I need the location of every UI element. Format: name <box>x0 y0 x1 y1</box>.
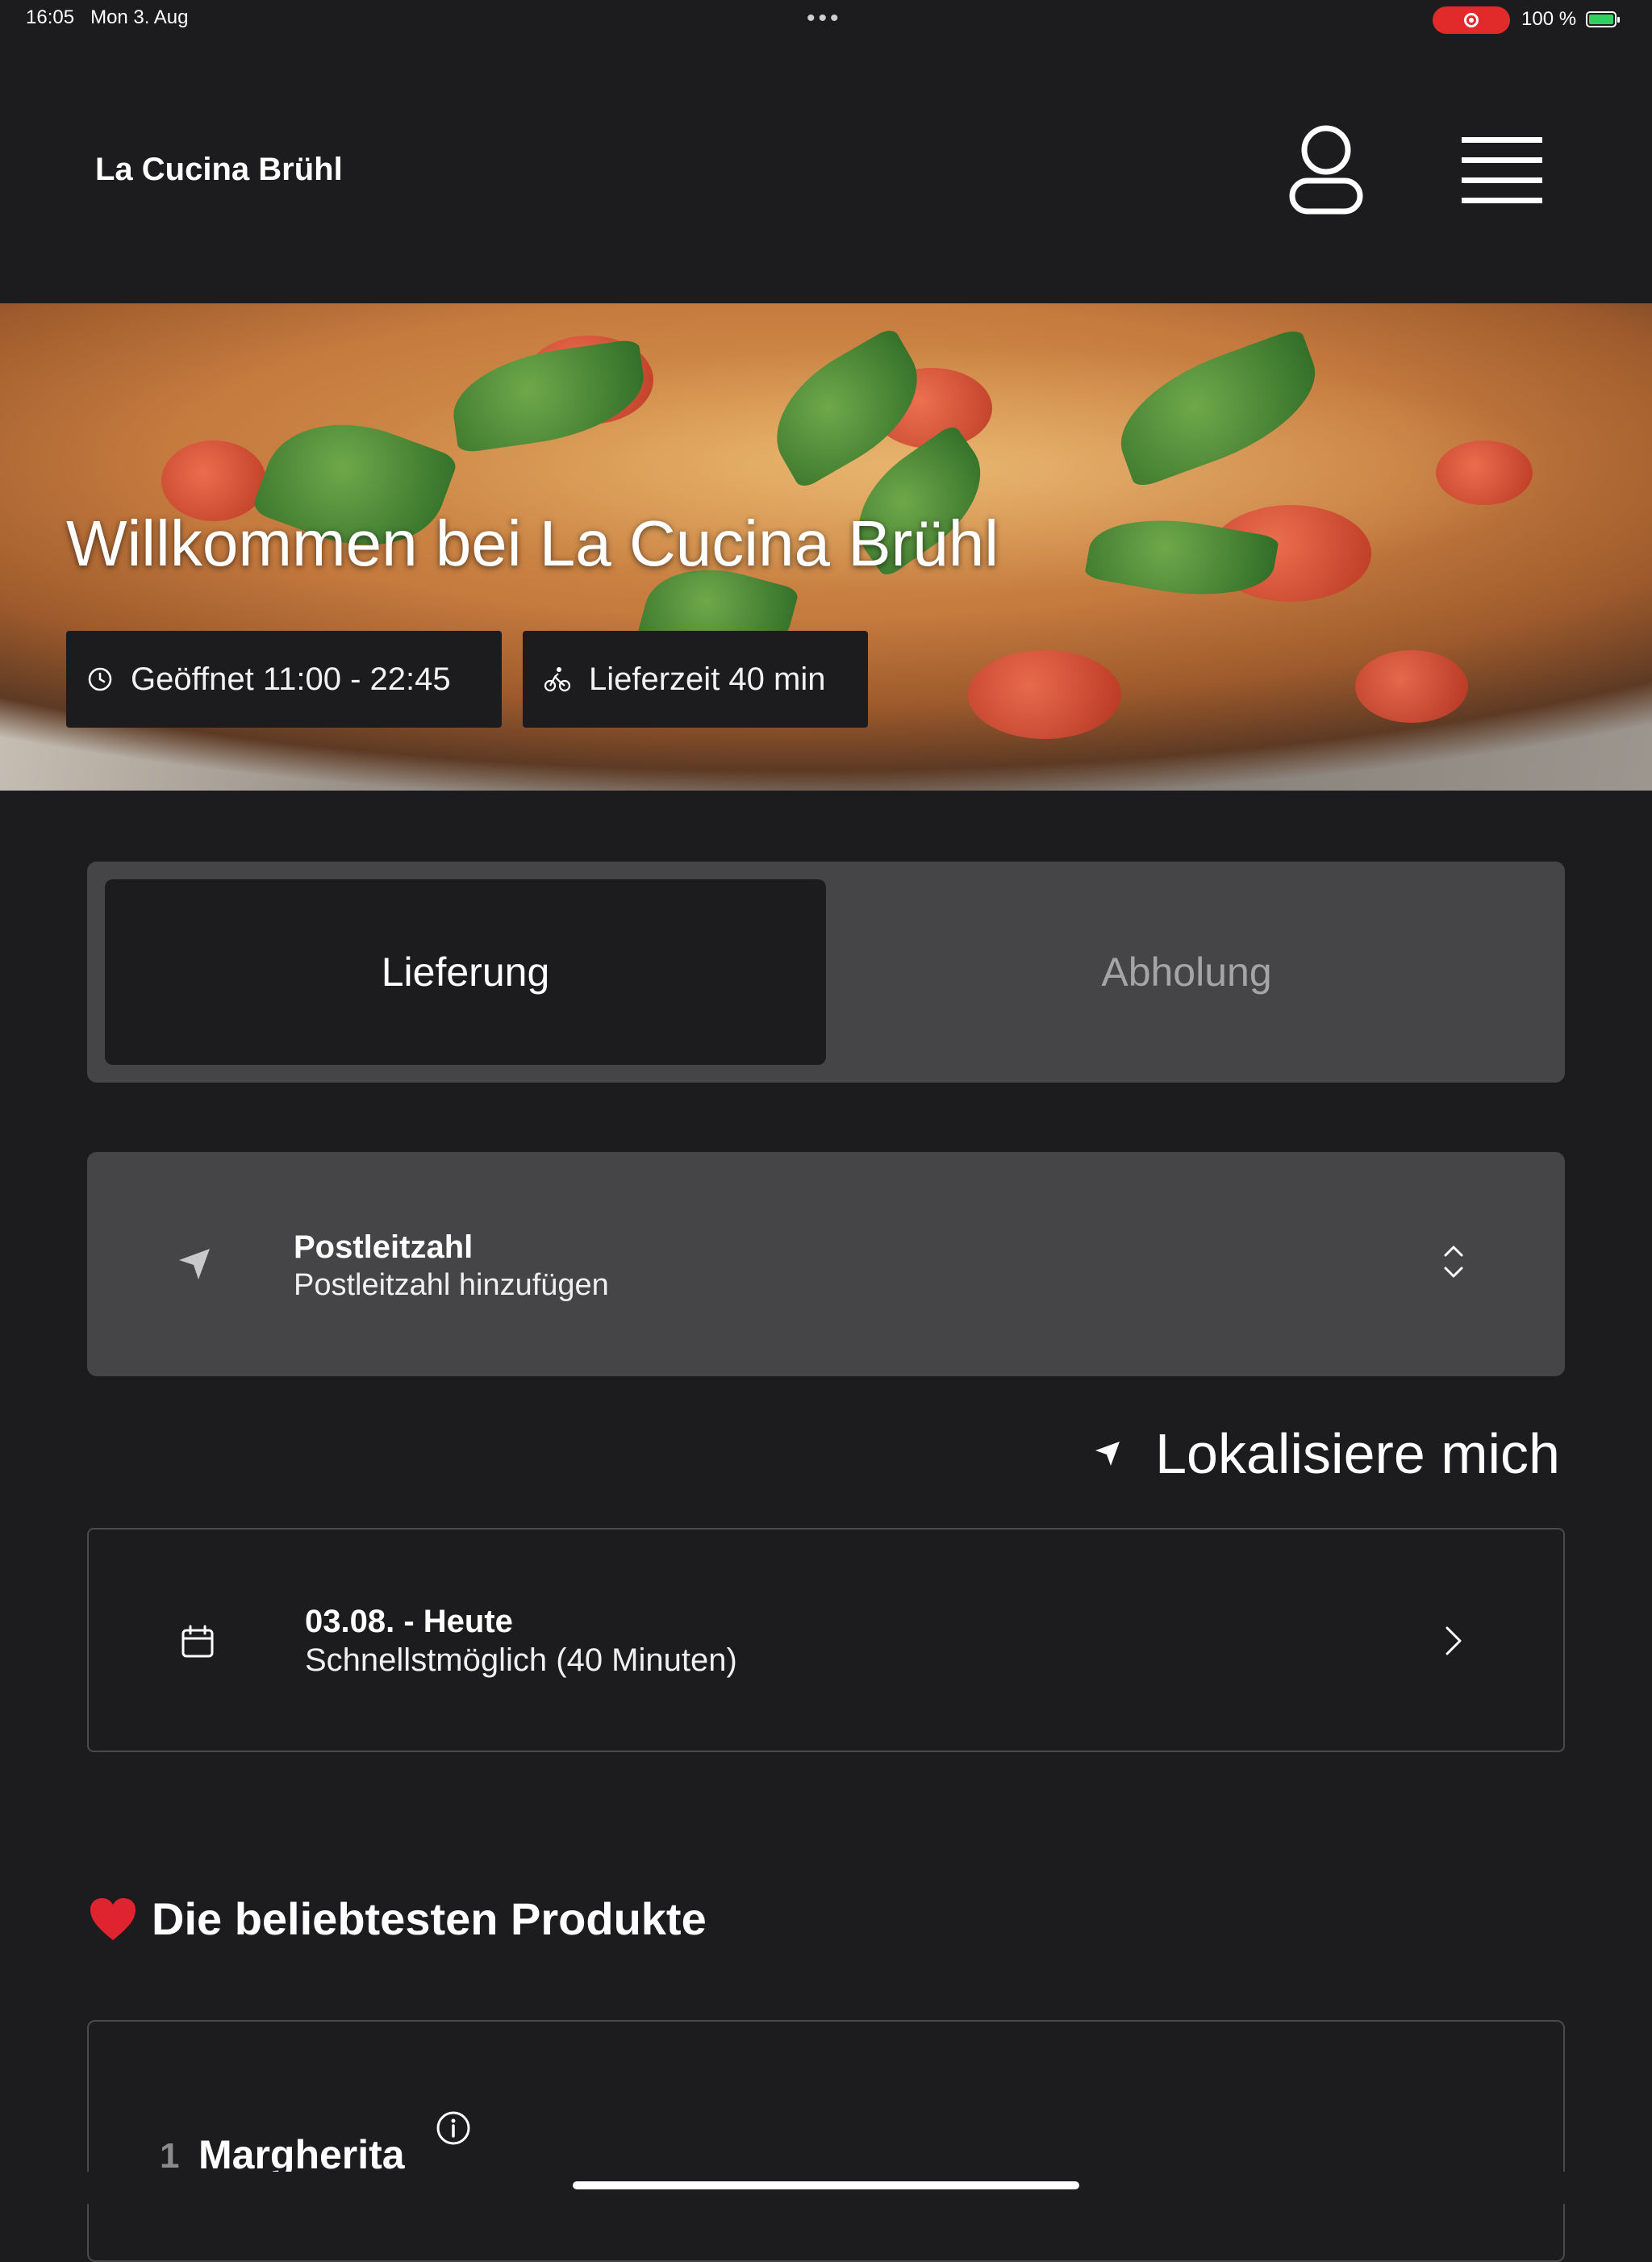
location-arrow-icon <box>179 1249 210 1279</box>
screen-recording-indicator[interactable] <box>1433 6 1510 34</box>
product-rank: 1 <box>160 2136 180 2176</box>
zip-code-label: Postleitzahl <box>294 1229 473 1265</box>
zip-code-selector[interactable]: Postleitzahl Postleitzahl hinzufügen <box>87 1152 1565 1376</box>
heart-icon <box>90 1897 136 1940</box>
delivery-time-value: Schnellstmöglich (40 Minuten) <box>305 1642 737 1678</box>
home-indicator[interactable] <box>573 2181 1079 2189</box>
delivery-time-text: Lieferzeit 40 min <box>589 661 826 697</box>
chevron-right-icon <box>1446 1626 1462 1655</box>
brand-title[interactable]: La Cucina Brühl <box>95 152 343 188</box>
record-icon <box>1464 13 1479 27</box>
multitasking-dots[interactable]: ••• <box>807 5 842 32</box>
tab-pickup[interactable]: Abholung <box>826 879 1547 1065</box>
hero-title: Willkommen bei La Cucina Brühl <box>66 507 999 579</box>
delivery-date-label: 03.08. - Heute <box>305 1604 513 1639</box>
popular-products-heading: Die beliebtesten Produkte <box>89 1893 707 1945</box>
opening-hours-chip: Geöffnet 11:00 - 22:45 <box>66 631 502 728</box>
bike-icon <box>544 667 571 692</box>
delivery-time-selector[interactable]: 03.08. - Heute Schnellstmöglich (40 Minu… <box>87 1528 1565 1752</box>
order-type-toggle: Lieferung Abholung <box>87 862 1565 1083</box>
chevron-up-down-icon <box>1444 1246 1463 1278</box>
popular-products-title: Die beliebtesten Produkte <box>152 1893 707 1944</box>
status-time: 16:05 Mon 3. Aug <box>26 6 189 28</box>
info-icon[interactable] <box>436 2110 471 2146</box>
clock-icon <box>88 667 112 691</box>
locate-me-button[interactable]: Lokalisiere mich <box>1094 1421 1560 1486</box>
user-icon[interactable] <box>1289 124 1363 215</box>
battery-percent: 100 % <box>1521 8 1577 30</box>
locate-me-label: Lokalisiere mich <box>1155 1422 1560 1485</box>
product-card[interactable]: 1 Margherita <box>87 2020 1565 2262</box>
opening-hours-text: Geöffnet 11:00 - 22:45 <box>131 661 451 697</box>
tab-delivery[interactable]: Lieferung <box>105 879 826 1065</box>
delivery-time-chip: Lieferzeit 40 min <box>523 631 868 728</box>
battery-icon <box>1586 11 1620 27</box>
location-arrow-icon <box>1095 1442 1120 1466</box>
zip-code-field[interactable]: Postleitzahl hinzufügen <box>294 1268 609 1303</box>
calendar-icon <box>181 1625 214 1658</box>
hamburger-menu-icon[interactable] <box>1462 136 1542 203</box>
status-date: Mon 3. Aug <box>90 6 189 28</box>
